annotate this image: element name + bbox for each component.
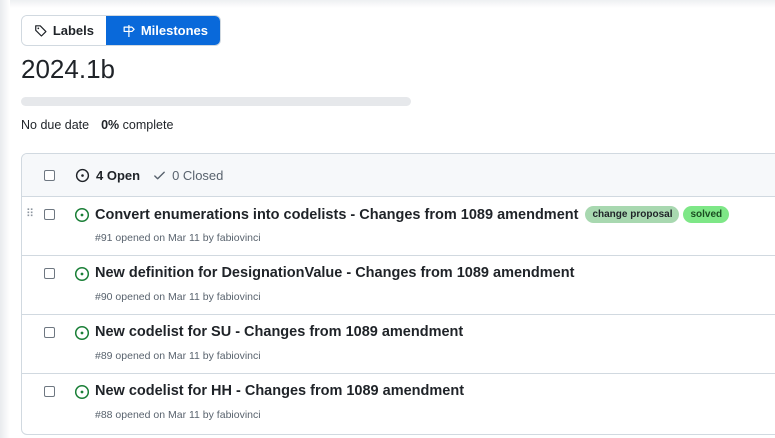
issue-checkbox[interactable] [44,268,55,279]
issue-meta: #88 opened on Mar 11 by fabiovinci [95,409,261,421]
issue-row[interactable]: New codelist for HH - Changes from 1089 … [22,374,775,433]
label-change-proposal[interactable]: change proposal [585,206,680,223]
issue-opened-icon [75,168,90,182]
issue-checkbox[interactable] [44,209,55,220]
issue-title-line: New definition for DesignationValue - Ch… [95,265,574,281]
check-icon [154,171,165,179]
issue-title[interactable]: New codelist for HH - Changes from 1089 … [95,383,464,399]
issue-row[interactable]: New codelist for SU - Changes from 1089 … [22,315,775,374]
issue-checkbox[interactable] [44,327,55,338]
issue-row[interactable]: New definition for DesignationValue - Ch… [22,256,775,315]
issue-opened-icon [74,207,90,223]
open-filter[interactable]: 4 Open [75,168,140,183]
completion-label: complete [122,118,174,132]
page-top-shade [0,0,775,8]
issue-title-line: Convert enumerations into codelists - Ch… [95,206,730,223]
issue-checkbox[interactable] [44,386,55,397]
closed-count: 0 Closed [172,167,224,183]
labels-milestones-toggle: Labels Milestones [21,15,221,46]
page-left-shade [0,0,10,438]
issue-row[interactable]: ⠿ Convert enumerations into codelists - … [22,197,775,256]
issues-list-header: 4 Open 0 Closed [22,154,775,197]
issues-list: 4 Open 0 Closed ⠿ Convert enumerations i… [21,153,775,435]
issue-opened-icon [74,266,90,282]
milestones-tab-label: Milestones [140,23,208,38]
due-date: No due date [21,118,90,132]
milestone-meta: No due date 0% complete [21,118,173,132]
issue-meta: #89 opened on Mar 11 by fabiovinci [95,350,261,362]
issue-title-line: New codelist for SU - Changes from 1089 … [95,324,463,340]
tag-icon [35,24,47,37]
milestones-tab[interactable]: Milestones [106,16,220,45]
issue-opened-icon [74,325,90,341]
issue-title[interactable]: New definition for DesignationValue - Ch… [95,265,574,281]
completion-percent: 0% [101,118,120,132]
issue-title[interactable]: New codelist for SU - Changes from 1089 … [95,324,463,340]
open-count: 4 Open [96,167,141,183]
labels-tab-label: Labels [52,23,94,38]
issue-title-line: New codelist for HH - Changes from 1089 … [95,383,464,399]
issue-opened-icon [74,384,90,400]
grabber-icon[interactable]: ⠿ [26,207,34,220]
closed-filter[interactable]: 0 Closed [152,168,223,183]
milestone-progress-bar [21,97,411,106]
completion: 0% complete [101,118,173,132]
issue-title[interactable]: Convert enumerations into codelists - Ch… [95,207,578,223]
milestone-title: 2024.1b [21,54,115,84]
select-all-checkbox[interactable] [44,169,55,181]
milestone-icon [123,24,135,37]
issue-meta: #91 opened on Mar 11 by fabiovinci [95,232,261,244]
labels-tab[interactable]: Labels [22,16,106,45]
label-solved[interactable]: solved [683,206,730,223]
issue-meta: #90 opened on Mar 11 by fabiovinci [95,291,261,303]
